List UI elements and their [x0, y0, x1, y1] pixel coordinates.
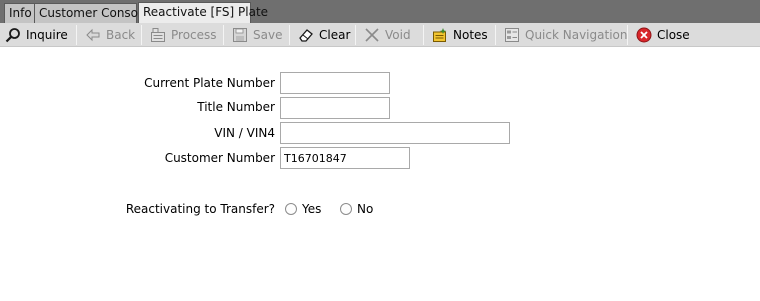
current-plate-number-label: Current Plate Number [144, 76, 275, 90]
toolbar-separator [355, 25, 356, 45]
clear-label: Clear [319, 28, 351, 42]
toolbar-separator [76, 25, 77, 45]
transfer-no-label: No [357, 202, 374, 216]
toolbar: Inquire Back Process Save Clear Void Not… [0, 23, 760, 47]
title-number-label: Title Number [197, 100, 275, 114]
close-icon [636, 27, 652, 43]
tab-info[interactable]: Info [4, 3, 35, 23]
process-label: Process [171, 28, 217, 42]
toolbar-separator [423, 25, 424, 45]
void-x-icon [365, 28, 379, 42]
void-button[interactable]: Void [359, 23, 411, 47]
save-button[interactable]: Save [227, 23, 282, 47]
vin-input[interactable] [280, 122, 510, 144]
transfer-yes-radio[interactable] [285, 203, 297, 215]
reactivating-to-transfer-label: Reactivating to Transfer? [125, 202, 275, 216]
current-plate-number-input[interactable] [280, 72, 390, 94]
toolbar-separator [141, 25, 142, 45]
tab-reactivate-fs-plate[interactable]: Reactivate [FS] Plate [138, 2, 268, 23]
toolbar-separator [495, 25, 496, 45]
inquire-button[interactable]: Inquire [0, 23, 68, 47]
notes-icon [433, 28, 447, 42]
title-number-input[interactable] [280, 97, 390, 119]
quick-navigation-button[interactable]: Quick Navigation [499, 23, 627, 47]
tab-customer-console[interactable]: Customer Console [34, 3, 149, 23]
back-arrow-icon [86, 28, 100, 42]
quick-navigation-icon [505, 28, 519, 42]
transfer-yes-label: Yes [302, 202, 322, 216]
void-label: Void [385, 28, 411, 42]
back-label: Back [106, 28, 136, 42]
save-label: Save [253, 28, 283, 42]
quick-navigation-label: Quick Navigation [525, 28, 628, 42]
customer-number-label: Customer Number [164, 151, 275, 165]
floppy-disk-icon [233, 28, 247, 42]
tab-strip: Info Customer Console Reactivate [FS] Pl… [0, 0, 760, 23]
toolbar-separator [627, 25, 628, 45]
transfer-no-radio[interactable] [340, 203, 352, 215]
toolbar-separator [223, 25, 224, 45]
process-icon [151, 28, 165, 42]
eraser-icon [299, 29, 313, 42]
clear-button[interactable]: Clear [293, 23, 350, 47]
close-label: Close [657, 28, 690, 42]
vin-label: VIN / VIN4 [214, 126, 275, 140]
search-icon [5, 28, 20, 43]
customer-number-input[interactable] [280, 147, 410, 169]
toolbar-separator [289, 25, 290, 45]
inquire-label: Inquire [26, 28, 68, 42]
process-button[interactable]: Process [145, 23, 217, 47]
back-button[interactable]: Back [80, 23, 135, 47]
close-button[interactable]: Close [631, 23, 690, 47]
notes-label: Notes [453, 28, 488, 42]
notes-button[interactable]: Notes [427, 23, 488, 47]
